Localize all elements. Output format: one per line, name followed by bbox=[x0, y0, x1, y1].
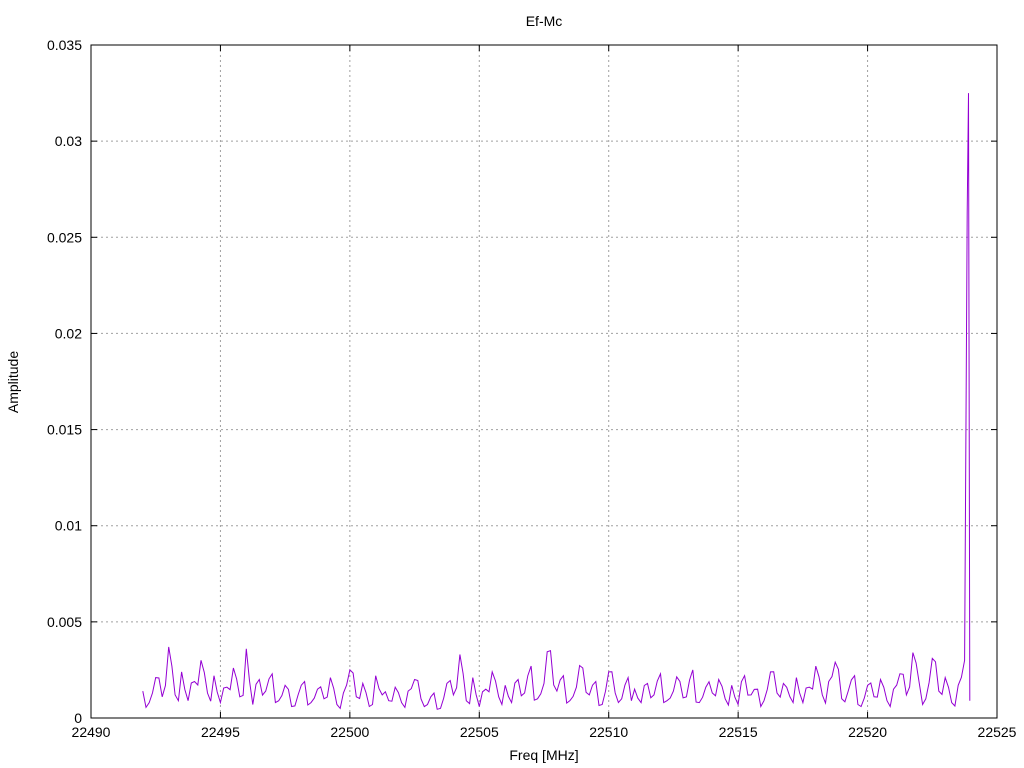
chart: 22490 22495 22500 22505 22510 22515 22520 22525… bbox=[5, 13, 1017, 763]
series-line bbox=[142, 93, 971, 710]
y-tick-label: 0.02 bbox=[55, 325, 82, 341]
y-tick-label: 0 bbox=[74, 710, 82, 726]
y-tick-label: 0.005 bbox=[47, 614, 82, 630]
axis-ticks: 22490 22495 22500 22505 22510 22515 22520 22525… bbox=[47, 37, 1017, 740]
x-tick-label: 22520 bbox=[848, 724, 887, 740]
chart-title: Ef-Mc bbox=[526, 13, 563, 29]
x-tick-label: 22505 bbox=[460, 724, 499, 740]
y-axis-label: Amplitude bbox=[5, 351, 21, 413]
x-tick-label: 22510 bbox=[589, 724, 628, 740]
y-tick-label: 0.03 bbox=[55, 133, 82, 149]
x-axis-label: Freq [MHz] bbox=[509, 747, 578, 763]
x-tick-label: 22525 bbox=[978, 724, 1017, 740]
grid bbox=[91, 45, 997, 718]
y-tick-label: 0.035 bbox=[47, 37, 82, 53]
x-tick-label: 22490 bbox=[72, 724, 111, 740]
series-layer bbox=[142, 93, 971, 710]
x-tick-label: 22495 bbox=[201, 724, 240, 740]
x-tick-label: 22515 bbox=[719, 724, 758, 740]
y-tick-label: 0.015 bbox=[47, 422, 82, 438]
x-tick-label: 22500 bbox=[330, 724, 369, 740]
y-tick-label: 0.025 bbox=[47, 229, 82, 245]
plot-border bbox=[90, 44, 998, 719]
y-tick-label: 0.01 bbox=[55, 518, 82, 534]
